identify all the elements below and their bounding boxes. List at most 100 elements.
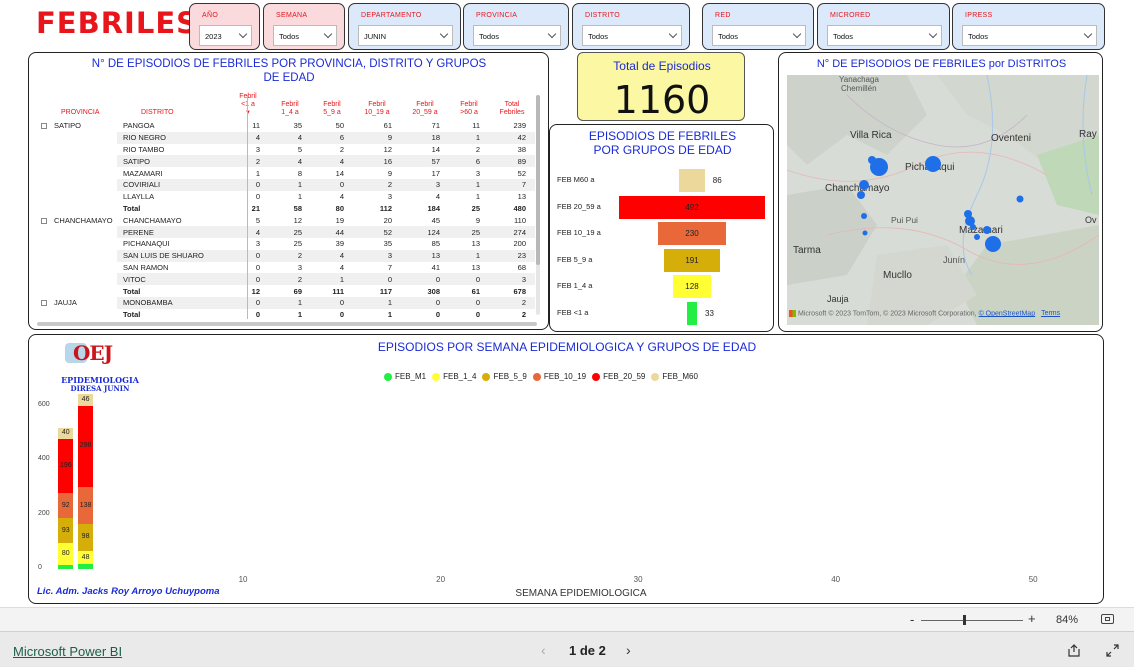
table-row[interactable]: RIO NEGRO 4 4 6 9 18 1 42 — [35, 131, 535, 144]
table-row[interactable]: JAUJA MONOBAMBA 0 1 0 1 0 0 2 — [35, 296, 535, 309]
table-row[interactable]: CHANCHAMAYO CHANCHAMAYO 5 12 19 20 45 9 110 — [35, 214, 535, 226]
slicer-dropdown[interactable]: Todos — [582, 25, 682, 46]
cell-provincia — [35, 167, 117, 179]
expand-checkbox-icon[interactable] — [41, 300, 47, 307]
district-map[interactable]: Yanachaga Chemillén Villa Rica Oventeni … — [787, 75, 1099, 325]
legend-item[interactable]: FEB_5_9 — [482, 372, 527, 381]
cell-value: 0 — [311, 296, 353, 309]
osm-link[interactable]: © OpenStreetMap — [979, 310, 1036, 317]
col-header-distrito[interactable]: DISTRITO — [117, 93, 227, 120]
col-header-5-9[interactable]: Febril 5_9 a — [311, 93, 353, 120]
col-header-10-19[interactable]: Febril 10_19 a — [353, 93, 401, 120]
expand-checkbox-icon[interactable] — [41, 217, 47, 224]
cell-value: 0 — [255, 262, 260, 272]
cell-value: 71 — [431, 121, 440, 131]
table-total-row[interactable]: Total 0 1 0 1 0 0 2 — [35, 309, 535, 321]
slicer-value: Todos — [479, 32, 500, 41]
table-row[interactable]: LLAYLLA 0 1 4 3 4 1 13 — [35, 191, 535, 203]
slicer-dropdown[interactable]: Todos — [273, 25, 337, 46]
table-row[interactable]: COVIRIALI 0 1 0 2 3 1 7 — [35, 178, 535, 191]
funnel-row[interactable]: FEB 20_59 a 492 — [550, 194, 765, 220]
table-row[interactable]: RIO TAMBO 3 5 2 12 14 2 38 — [35, 144, 535, 156]
powerbi-bottom-bar: Microsoft Power BI ‹ 1 de 2 › — [0, 631, 1134, 667]
funnel-bar[interactable]: 86 — [679, 169, 722, 192]
cell-value: 2 — [269, 273, 311, 286]
cell-value: 41 — [431, 262, 440, 272]
zoom-out-button[interactable]: - — [910, 612, 914, 627]
slicer-semana: SEMANA Todos — [263, 3, 345, 50]
funnel-bar[interactable]: 128 — [673, 275, 711, 299]
table-row[interactable]: PICHANAQUI 3 25 39 35 85 13 200 — [35, 238, 535, 250]
funnel-bar[interactable]: 33 — [687, 302, 714, 325]
x-axis-title: SEMANA EPIDEMIOLOGICA — [515, 588, 647, 599]
funnel-row[interactable]: FEB <1 a 33 — [550, 300, 746, 326]
fullscreen-icon[interactable] — [1106, 644, 1119, 657]
table-total-row[interactable]: Total 12 69 111 117 308 61 678 — [35, 285, 535, 297]
slicer-label: DEPARTAMENTO — [361, 12, 422, 19]
col-header-gt60[interactable]: Febril >60 a — [449, 93, 489, 120]
col-header-provincia[interactable]: PROVINCIA — [35, 93, 117, 120]
chevron-down-icon — [792, 29, 802, 39]
slicer-dropdown[interactable]: Todos — [712, 25, 806, 46]
funnel-bar[interactable]: 191 — [663, 248, 721, 272]
powerbi-brand-link[interactable]: Microsoft Power BI — [13, 644, 122, 659]
col-header-1-4[interactable]: Febril 1_4 a — [269, 93, 311, 120]
cell-provincia — [35, 238, 117, 250]
slicer-red: RED Todos — [702, 3, 814, 50]
table-row[interactable]: SAN LUIS DE SHUARO 0 2 4 3 13 1 23 — [35, 249, 535, 262]
slicer-dropdown[interactable]: Todos — [962, 25, 1097, 46]
legend-item[interactable]: FEB_1_4 — [432, 372, 476, 381]
legend-label: FEB_M60 — [662, 372, 698, 381]
col-header-lt1[interactable]: Febril<1 a▼ — [227, 93, 269, 120]
slicer-dropdown[interactable]: 2023 — [199, 25, 252, 46]
legend-item[interactable]: FEB_M60 — [651, 372, 698, 381]
province-district-matrix: PROVINCIA DISTRITO Febril<1 a▼ Febril1_4… — [35, 93, 535, 321]
table-row[interactable]: SATIPO 2 4 4 16 57 6 89 — [35, 155, 535, 168]
weekly-chart-title: EPISODIOS POR SEMANA EPIDEMIOLOGICA Y GR… — [377, 340, 757, 354]
legend-item[interactable]: FEB_10_19 — [532, 372, 586, 381]
cell-value: 21 — [251, 203, 260, 213]
cell-value: 16 — [353, 155, 401, 168]
cell-value: 69 — [293, 286, 302, 296]
table-row[interactable]: VITOC 0 2 1 0 0 0 3 — [35, 273, 535, 286]
table-row[interactable]: PERENE 4 25 44 52 124 25 274 — [35, 226, 535, 238]
map-label-muclio: Mucllo — [883, 270, 912, 281]
funnel-row[interactable]: FEB 1_4 a 128 — [550, 273, 746, 299]
funnel-row[interactable]: FEB M60 a 86 — [550, 167, 746, 193]
cell-value: 35 — [383, 239, 392, 249]
legend-item[interactable]: FEB_20_59 — [592, 372, 645, 381]
terms-link[interactable]: Terms — [1041, 310, 1060, 317]
fit-to-page-icon[interactable] — [1101, 614, 1114, 624]
matrix-vscrollbar[interactable] — [536, 95, 540, 315]
slicer-dropdown[interactable]: Todos — [473, 25, 561, 46]
legend-item[interactable]: FEB_M1 — [384, 372, 426, 381]
table-row[interactable]: MAZAMARI 1 8 14 9 17 3 52 — [35, 167, 535, 179]
matrix-hscrollbar[interactable] — [37, 322, 537, 326]
expand-checkbox-icon[interactable] — [41, 123, 47, 130]
cell-value: 13 — [517, 192, 526, 202]
table-row[interactable]: SAN RAMON 0 3 4 7 41 13 68 — [35, 262, 535, 274]
table-total-row[interactable]: Total 21 58 80 112 184 25 480 — [35, 203, 535, 215]
cell-value: 6 — [311, 131, 353, 144]
funnel-bar[interactable]: 492 — [619, 195, 765, 219]
share-icon[interactable] — [1067, 644, 1081, 657]
cell-value: 0 — [353, 273, 401, 286]
table-row[interactable]: SATIPO PANGOA 11 35 50 61 71 11 239 — [35, 120, 535, 132]
funnel-bar[interactable]: 230 — [657, 222, 727, 246]
next-page-chevron-icon[interactable]: › — [626, 642, 631, 658]
funnel-row[interactable]: FEB 10_19 a 230 — [550, 220, 746, 246]
matrix-vscroll-thumb[interactable] — [536, 95, 540, 265]
zoom-in-button[interactable]: + — [1028, 611, 1036, 626]
col-header-20-59[interactable]: Febril 20_59 a — [401, 93, 449, 120]
map-bubble — [985, 236, 1001, 252]
zoom-slider-thumb[interactable] — [963, 615, 966, 625]
cell-value: 1 — [269, 178, 311, 191]
zoom-slider[interactable] — [921, 620, 1023, 621]
slicer-dropdown[interactable]: Todos — [827, 25, 942, 46]
page-indicator: 1 de 2 — [569, 643, 606, 658]
prev-page-chevron-icon[interactable]: ‹ — [541, 642, 546, 658]
slicer-dropdown[interactable]: JUNIN — [358, 25, 453, 46]
col-header-total[interactable]: Total Febriles — [489, 93, 535, 120]
funnel-row[interactable]: FEB 5_9 a 191 — [550, 247, 746, 273]
cell-value: 44 — [311, 226, 353, 238]
